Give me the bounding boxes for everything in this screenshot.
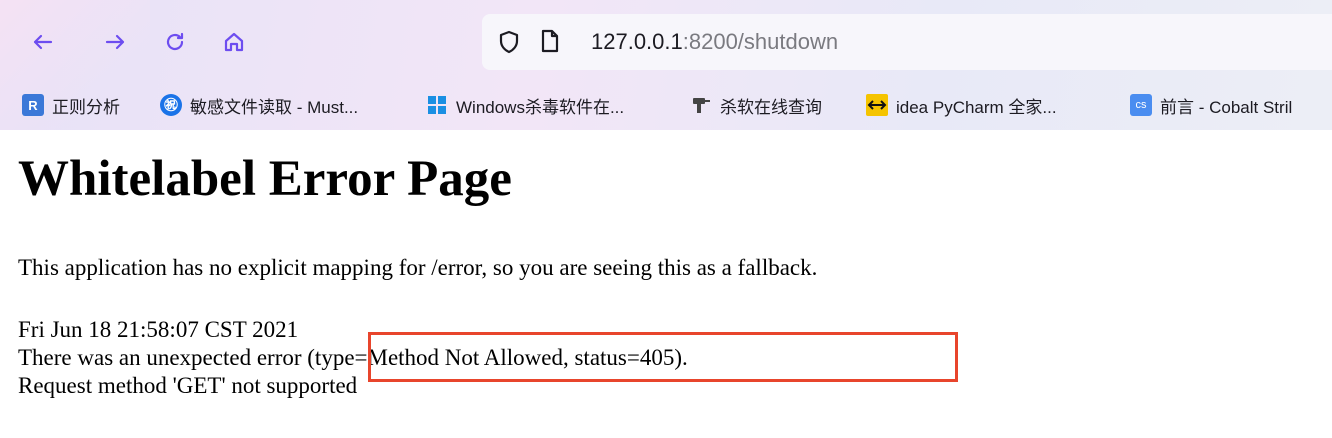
fallback-message: This application has no explicit mapping… xyxy=(18,255,818,280)
forward-button[interactable] xyxy=(95,22,135,62)
back-button[interactable] xyxy=(23,22,63,62)
url-host: 127.0.0.1 xyxy=(591,29,683,54)
arrow-left-icon xyxy=(33,34,53,50)
bookmark-label: 前言 - Cobalt Stril xyxy=(1160,97,1293,117)
annotation-highlight-box xyxy=(368,332,958,382)
arrow-right-icon xyxy=(105,34,125,50)
bookmark-regex-analysis[interactable]: R 正则分析 xyxy=(22,90,120,120)
r-letter-icon: R xyxy=(22,94,44,116)
bookmark-idea-pycharm[interactable]: idea PyCharm 全家... xyxy=(866,90,1057,120)
page-info-icon[interactable] xyxy=(540,29,560,53)
url-text[interactable]: 127.0.0.1:8200/shutdown xyxy=(591,29,838,55)
bookmark-sensitive-file-read[interactable]: ㊗ 敏感文件读取 - Must... xyxy=(160,90,358,120)
arrows-icon xyxy=(866,94,888,116)
bookmark-label: 杀软在线查询 xyxy=(720,97,822,117)
bookmark-label: Windows杀毒软件在... xyxy=(456,97,625,117)
site-logo-icon: ㊗ xyxy=(160,94,182,116)
bookmark-av-online-lookup[interactable]: 杀软在线查询 xyxy=(690,90,822,120)
bookmark-label: idea PyCharm 全家... xyxy=(896,97,1057,117)
address-bar[interactable]: 127.0.0.1:8200/shutdown xyxy=(482,14,1332,70)
url-path: :8200/shutdown xyxy=(682,29,839,54)
browser-toolbar: 127.0.0.1:8200/shutdown R 正则分析 ㊗ 敏感文件读取 … xyxy=(0,0,1332,130)
bookmark-label: 正则分析 xyxy=(52,97,120,117)
bookmark-windows-antivirus[interactable]: Windows杀毒软件在... xyxy=(426,90,624,120)
drill-icon xyxy=(690,94,712,116)
bookmark-cobalt-strike[interactable]: cs 前言 - Cobalt Stril xyxy=(1130,90,1292,120)
bookmarks-bar: R 正则分析 ㊗ 敏感文件读取 - Must... Windows杀毒软件在..… xyxy=(0,84,1332,126)
home-button[interactable] xyxy=(214,22,254,62)
windows-logo-icon xyxy=(426,94,448,116)
page-title: Whitelabel Error Page xyxy=(18,151,512,207)
home-icon xyxy=(224,32,244,52)
reload-icon xyxy=(166,32,184,51)
shield-icon[interactable] xyxy=(498,30,520,54)
page-content: Whitelabel Error Page This application h… xyxy=(0,130,1332,438)
cs-logo-icon: cs xyxy=(1130,94,1152,116)
reload-button[interactable] xyxy=(155,22,195,62)
bookmark-label: 敏感文件读取 - Must... xyxy=(190,97,359,117)
